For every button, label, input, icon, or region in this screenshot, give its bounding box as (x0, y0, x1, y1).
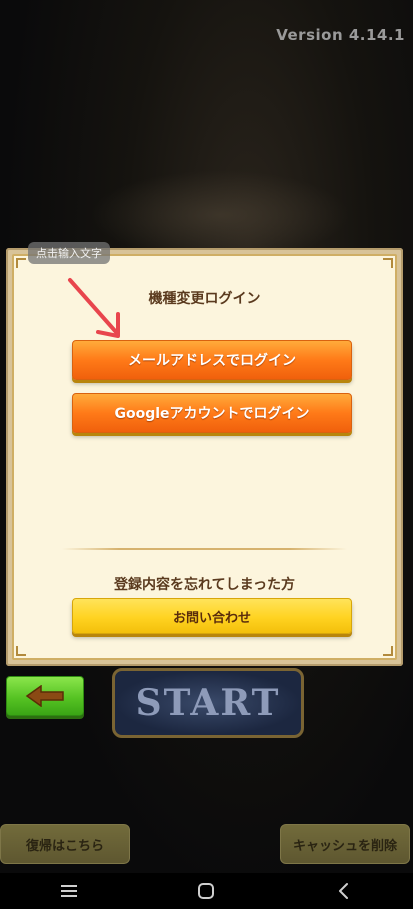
arrow-left-icon (25, 685, 64, 707)
contact-button[interactable]: お問い合わせ (72, 598, 352, 634)
text-input-hint[interactable]: 点击输入文字 (28, 242, 110, 264)
corner-ornament (16, 258, 26, 268)
google-login-button[interactable]: Googleアカウントでログイン (72, 393, 352, 433)
home-icon[interactable] (191, 879, 221, 903)
version-label: Version 4.14.1 (276, 26, 405, 44)
forgot-info-label: 登録内容を忘れてしまった方 (113, 577, 296, 593)
corner-ornament (16, 646, 26, 656)
game-screen: Version 4.14.1 機種変更ログイン メールアドレスでログイン Goo… (0, 0, 413, 909)
email-login-button[interactable]: メールアドレスでログイン (72, 340, 352, 380)
clear-cache-button[interactable]: キャッシュを削除 (280, 824, 410, 864)
background-art (90, 170, 350, 260)
corner-ornament (383, 646, 393, 656)
red-arrow-icon (68, 278, 120, 338)
start-logo-text: START (135, 682, 281, 724)
chevron-left-icon[interactable] (329, 879, 359, 903)
back-button[interactable] (6, 676, 84, 716)
corner-ornament (383, 258, 393, 268)
restore-account-button[interactable]: 復帰はこちら (0, 824, 130, 864)
menu-icon[interactable] (54, 879, 84, 903)
start-logo: START (112, 668, 304, 738)
android-nav-bar (0, 873, 413, 909)
divider (62, 548, 347, 550)
